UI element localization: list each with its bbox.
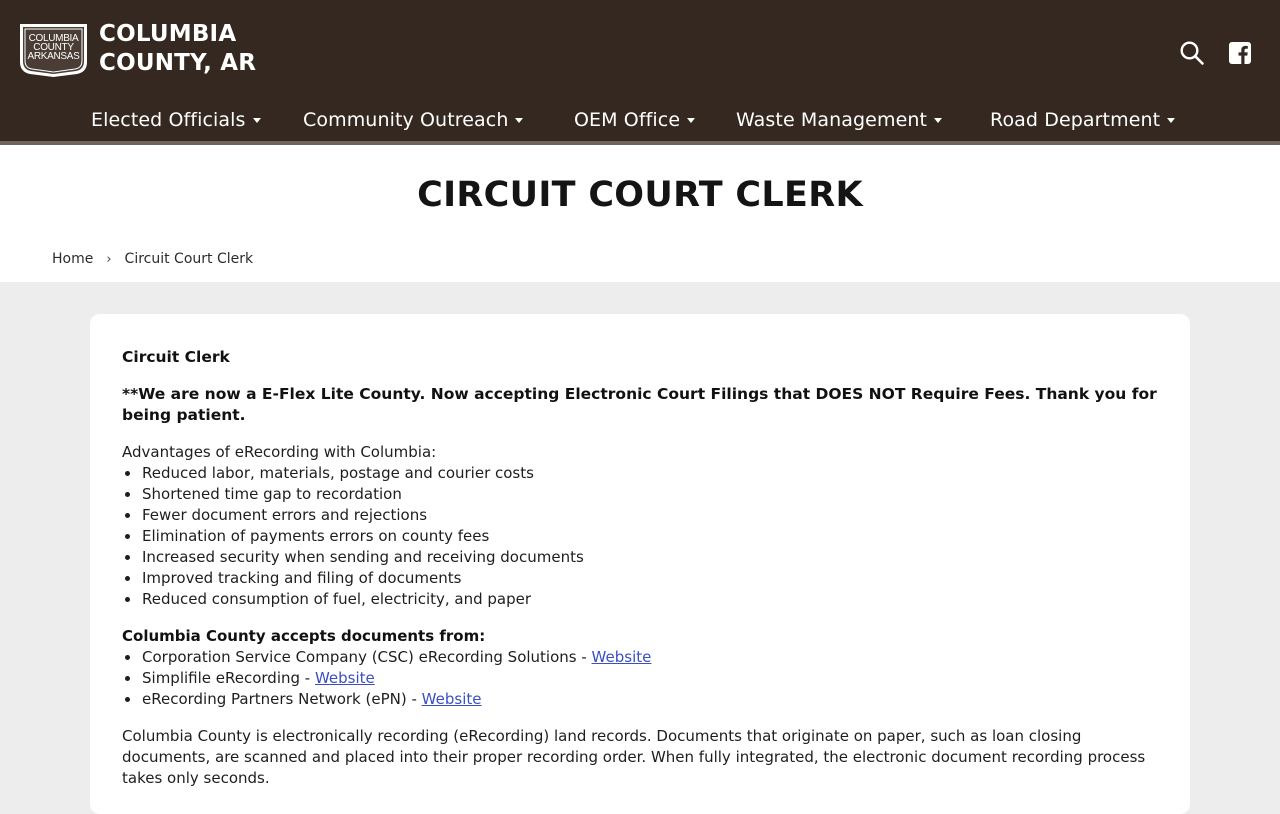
- main-nav: Elected Officials Community Outreach OEM…: [0, 104, 1280, 136]
- breadcrumb-current: Circuit Court Clerk: [124, 251, 254, 267]
- providers-list: Corporation Service Company (CSC) eRecor…: [122, 647, 1162, 710]
- provider-name: Corporation Service Company (CSC) eRecor…: [142, 648, 592, 666]
- erecording-paragraph: Columbia County is electronically record…: [122, 727, 1146, 787]
- caret-down-icon: [252, 117, 261, 123]
- caret-down-icon: [934, 117, 943, 123]
- provider-name: Simplifile eRecording -: [142, 669, 315, 687]
- provider-item: Corporation Service Company (CSC) eRecor…: [122, 647, 1162, 668]
- nav-label: Waste Management: [736, 109, 928, 131]
- nav-label: Community Outreach: [303, 109, 509, 131]
- nav-road-department[interactable]: Road Department: [990, 104, 1176, 136]
- efiling-notice: **We are now a E-Flex Lite County. Now a…: [122, 385, 1157, 424]
- list-item: Reduced labor, materials, postage and co…: [122, 463, 1162, 484]
- content-card: Circuit Clerk **We are now a E-Flex Lite…: [90, 314, 1190, 814]
- breadcrumb-home-link[interactable]: Home: [52, 251, 93, 267]
- site-title-line-2: COUNTY, AR: [99, 50, 257, 76]
- provider-item: eRecording Partners Network (ePN) - Webs…: [122, 689, 1162, 710]
- provider-website-link[interactable]: Website: [592, 648, 652, 666]
- nav-label: OEM Office: [574, 109, 681, 131]
- list-item: Fewer document errors and rejections: [122, 505, 1162, 526]
- site-header: COLUMBIA COUNTY ARKANSAS COLUMBIA COUNTY…: [0, 0, 1280, 141]
- provider-website-link[interactable]: Website: [315, 669, 375, 687]
- nav-label: Elected Officials: [91, 109, 246, 131]
- breadcrumb: Home › Circuit Court Clerk: [52, 249, 253, 269]
- accepts-heading: Columbia County accepts documents from:: [122, 627, 486, 645]
- facebook-icon[interactable]: [1228, 41, 1254, 67]
- provider-item: Simplifile eRecording - Website: [122, 668, 1162, 689]
- seal-line-3: ARKANSAS: [27, 51, 80, 62]
- search-icon[interactable]: [1179, 40, 1205, 66]
- section-heading: Circuit Clerk: [122, 348, 230, 366]
- nav-oem-office[interactable]: OEM Office: [574, 104, 696, 136]
- caret-down-icon: [1167, 117, 1176, 123]
- provider-website-link[interactable]: Website: [422, 690, 482, 708]
- list-item: Elimination of payments errors on county…: [122, 526, 1162, 547]
- advantages-intro: Advantages of eRecording with Columbia:: [122, 443, 437, 461]
- site-title-line-1: COLUMBIA: [99, 21, 237, 47]
- caret-down-icon: [687, 117, 696, 123]
- nav-label: Road Department: [990, 109, 1161, 131]
- nav-community-outreach[interactable]: Community Outreach: [303, 104, 524, 136]
- county-seal-logo[interactable]: COLUMBIA COUNTY ARKANSAS: [17, 22, 90, 78]
- nav-elected-officials[interactable]: Elected Officials: [91, 104, 261, 136]
- list-item: Reduced consumption of fuel, electricity…: [122, 589, 1162, 610]
- site-title-link[interactable]: COLUMBIA COUNTY, AR: [99, 20, 256, 78]
- page-title: CIRCUIT COURT CLERK: [417, 175, 863, 215]
- breadcrumb-separator: ›: [106, 251, 112, 267]
- nav-waste-management[interactable]: Waste Management: [736, 104, 943, 136]
- advantages-list: Reduced labor, materials, postage and co…: [122, 463, 1162, 610]
- list-item: Improved tracking and filing of document…: [122, 568, 1162, 589]
- provider-name: eRecording Partners Network (ePN) -: [142, 690, 422, 708]
- caret-down-icon: [515, 117, 524, 123]
- list-item: Shortened time gap to recordation: [122, 484, 1162, 505]
- content-body: Circuit Clerk **We are now a E-Flex Lite…: [122, 347, 1162, 789]
- list-item: Increased security when sending and rece…: [122, 547, 1162, 568]
- page-title-band: CIRCUIT COURT CLERK Home › Circuit Court…: [0, 145, 1280, 282]
